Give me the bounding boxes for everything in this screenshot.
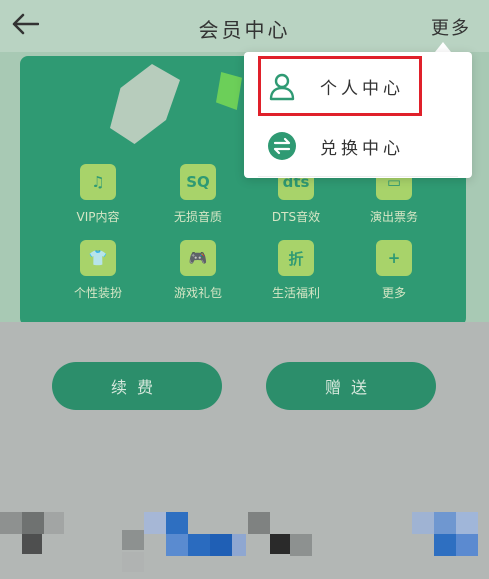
blurred-content [0,490,489,579]
benefit-label: 生活福利 [271,286,320,300]
benefit-game-gift[interactable]: 🎮 游戏礼包 [148,240,248,301]
more-menu-button[interactable]: 更多 [431,14,471,40]
benefit-life-perks[interactable]: 折 生活福利 [246,240,346,301]
decorative-shape [216,72,242,110]
gamepad-icon: 🎮 [180,240,216,276]
benefit-vip-content[interactable]: ♫ VIP内容 [48,164,148,225]
decorative-shape [110,64,180,144]
benefit-lossless[interactable]: SQ 无损音质 [148,164,248,225]
gift-button[interactable]: 赠送 [266,362,436,410]
highlight-box [258,56,422,116]
exchange-icon [266,130,298,162]
benefit-label: 无损音质 [173,210,222,224]
dropdown-caret [435,42,451,52]
benefit-label: 更多 [381,286,406,300]
benefit-label: 演出票务 [369,210,418,224]
discount-icon: 折 [278,240,314,276]
renew-button[interactable]: 续费 [52,362,222,410]
music-note-icon: ♫ [80,164,116,200]
benefit-more[interactable]: + 更多 [344,240,444,301]
tshirt-icon: 👕 [80,240,116,276]
plus-icon: + [376,240,412,276]
benefit-label: VIP内容 [76,210,120,224]
benefit-label: 游戏礼包 [173,286,222,300]
sq-quality-icon: SQ [180,164,216,200]
menu-item-redeem-center[interactable]: 兑换中心 [244,116,472,176]
benefit-label: 个性装扮 [73,286,122,300]
menu-item-label: 兑换中心 [320,138,404,159]
menu-divider [258,176,458,177]
benefit-label: DTS音效 [271,210,321,224]
page-title: 会员中心 [198,18,291,42]
top-bar: 会员中心 更多 [0,0,489,52]
benefit-dressup[interactable]: 👕 个性装扮 [48,240,148,301]
